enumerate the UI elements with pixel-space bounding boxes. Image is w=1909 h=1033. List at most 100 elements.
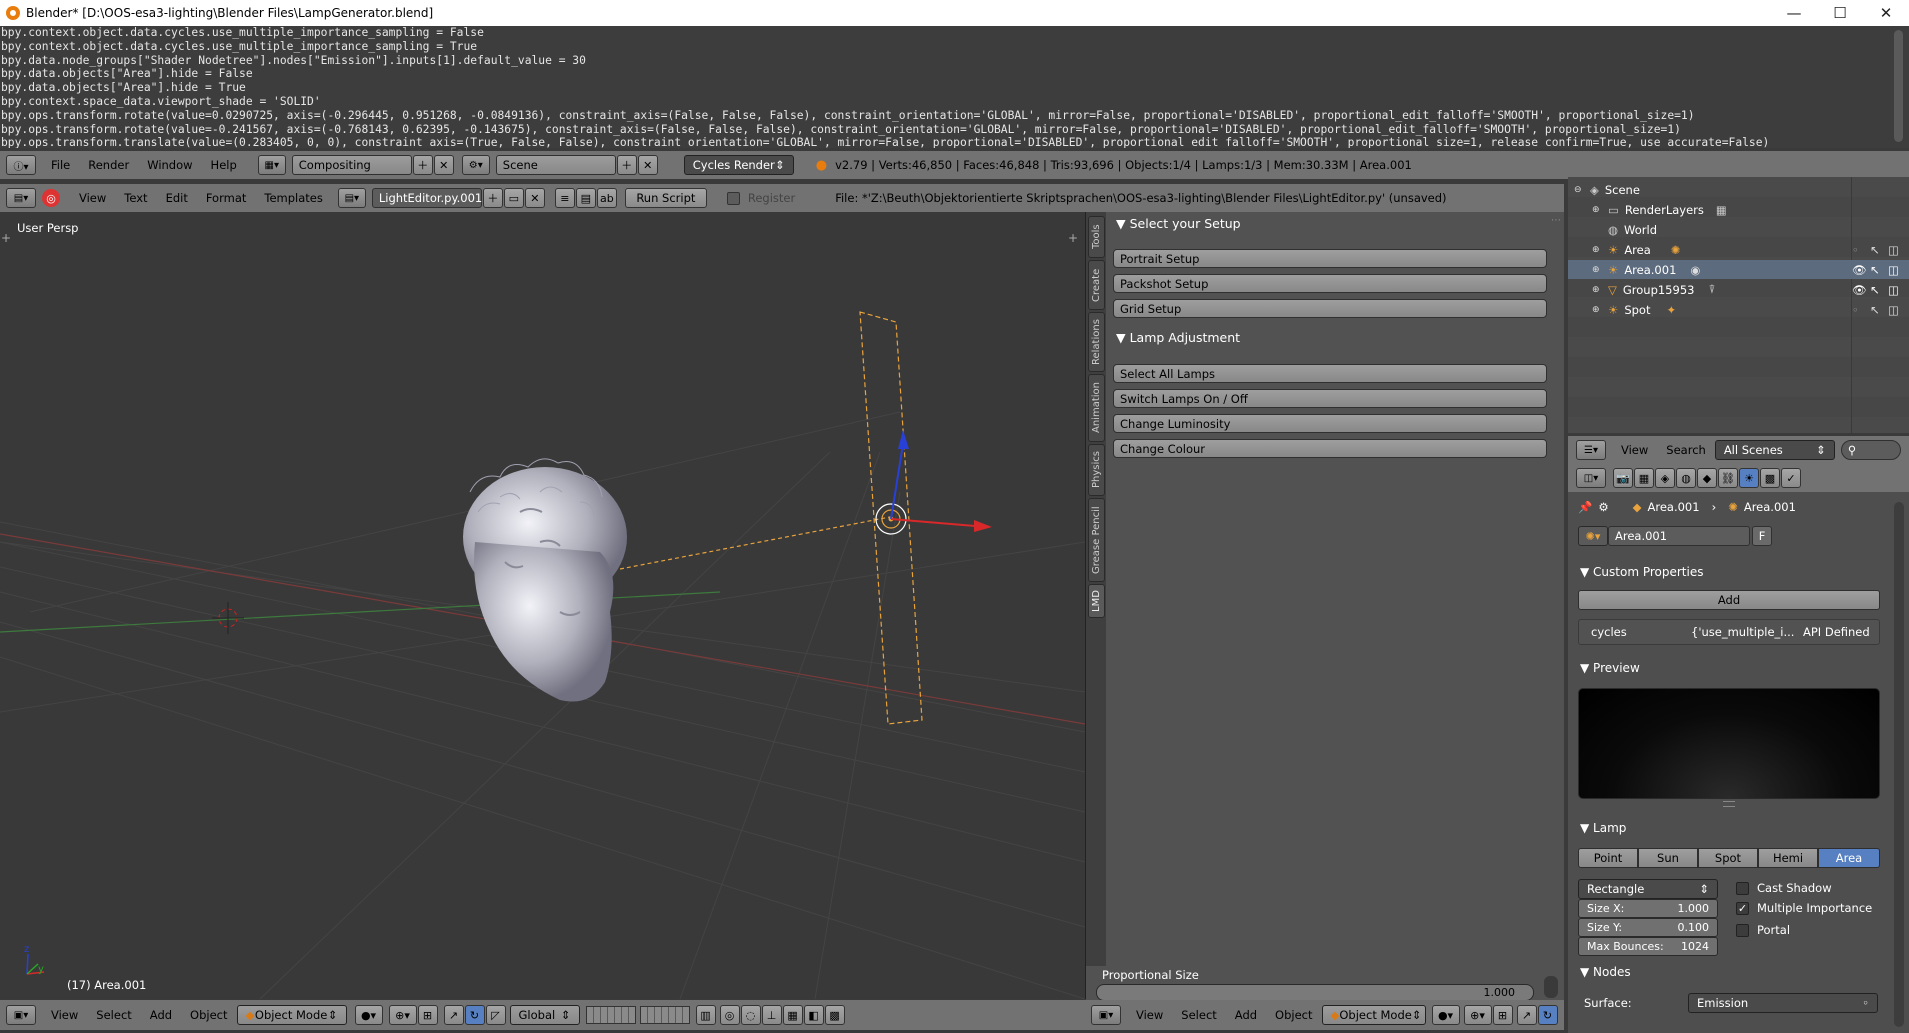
menu-view3d-select[interactable]: Select: [87, 1008, 140, 1022]
lamp-type-point[interactable]: Point: [1578, 848, 1638, 868]
panel-pivot-icon[interactable]: ⊕▾: [1463, 1005, 1492, 1025]
properties-scrollbar[interactable]: [1894, 502, 1904, 1027]
lamp-type-sun[interactable]: Sun: [1638, 848, 1698, 868]
layers-icon-2[interactable]: [639, 1006, 690, 1024]
select-icon[interactable]: ↖: [1870, 263, 1880, 277]
editor-type-properties-icon[interactable]: ◫▾: [1576, 468, 1606, 488]
menu-panel-view[interactable]: View: [1127, 1008, 1172, 1022]
layers-icon[interactable]: [585, 1006, 636, 1024]
menu-templates[interactable]: Templates: [255, 191, 331, 205]
outliner-search-input[interactable]: ⚲: [1840, 440, 1901, 460]
constraints-tab-icon[interactable]: ⛓: [1718, 468, 1738, 488]
render-preview-icon[interactable]: ◧: [803, 1005, 824, 1025]
lamp-header[interactable]: ▼ Lamp: [1568, 817, 1892, 839]
lamp-datablock-field[interactable]: Area.001: [1608, 526, 1750, 546]
pivot-point-icon[interactable]: ⊕▾: [388, 1005, 417, 1025]
render-icon[interactable]: ◫: [1888, 283, 1899, 297]
panel-translate-icon[interactable]: ↗: [1516, 1005, 1537, 1025]
lamp-type-hemi[interactable]: Hemi: [1758, 848, 1818, 868]
opengl-render-icon[interactable]: ▩: [824, 1005, 845, 1025]
tab-lmd[interactable]: LMD: [1088, 584, 1105, 618]
outliner-filter-dropdown[interactable]: All Scenes ⇕: [1714, 440, 1835, 460]
open-text-icon[interactable]: ▭: [503, 188, 524, 208]
panel-rotate-icon[interactable]: ↻: [1537, 1005, 1558, 1025]
object-tab-icon[interactable]: ◆: [1697, 468, 1717, 488]
editor-type-info-icon[interactable]: ⓘ▾: [6, 155, 36, 175]
text-name-field[interactable]: LightEditor.py.001: [371, 188, 482, 208]
physics-tab-icon[interactable]: ✓: [1781, 468, 1801, 488]
menu-view[interactable]: View: [70, 191, 115, 205]
texture-tab-icon[interactable]: ▩: [1760, 468, 1780, 488]
tab-tools[interactable]: Tools: [1088, 216, 1105, 258]
outliner-item-spot[interactable]: ⊕ ☀ Spot ✦ ◦ ↖ ◫: [1568, 300, 1909, 319]
menu-view3d-object[interactable]: Object: [181, 1008, 236, 1022]
outliner-menu-view[interactable]: View: [1612, 443, 1657, 457]
context-icon[interactable]: ⚙: [1598, 500, 1608, 514]
size-x-field[interactable]: Size X: 1.000: [1578, 899, 1718, 918]
size-y-field[interactable]: Size Y: 0.100: [1578, 918, 1718, 937]
viewport-plus-icon[interactable]: +: [1068, 231, 1078, 245]
surface-dropdown[interactable]: Emission ◦: [1688, 993, 1878, 1013]
tab-grease-pencil[interactable]: Grease Pencil: [1088, 498, 1105, 582]
menu-view3d-view[interactable]: View: [42, 1008, 87, 1022]
render-icon[interactable]: ◫: [1888, 243, 1899, 257]
renderlayer-data-icon[interactable]: ▦: [1716, 203, 1727, 217]
snap-element-icon[interactable]: ▦: [782, 1005, 803, 1025]
lamp-type-area[interactable]: Area: [1818, 848, 1880, 868]
render-tab-icon[interactable]: 📷: [1613, 468, 1633, 488]
tab-physics[interactable]: Physics: [1088, 444, 1105, 496]
select-icon[interactable]: ↖: [1870, 303, 1880, 317]
info-log-scrollbar[interactable]: [1888, 26, 1909, 148]
viewport-toolshelf-icon[interactable]: +: [1, 231, 11, 245]
cast-shadow-checkbox[interactable]: Cast Shadow: [1736, 881, 1832, 895]
outliner-item-area[interactable]: ⊕ ☀ Area ✺ ◦ ↖ ◫: [1568, 240, 1909, 259]
render-icon[interactable]: ◫: [1888, 303, 1899, 317]
record-icon[interactable]: ◎: [42, 189, 60, 207]
outliner-menu-search[interactable]: Search: [1657, 443, 1715, 457]
menu-window[interactable]: Window: [138, 158, 201, 172]
menu-format[interactable]: Format: [197, 191, 256, 205]
setup-section-title[interactable]: ▼ Select your Setup: [1116, 216, 1241, 231]
select-icon[interactable]: ↖: [1870, 243, 1880, 257]
preview-resize-handle-icon[interactable]: [1723, 801, 1735, 807]
render-engine-dropdown[interactable]: Cycles Render ⇕: [683, 155, 794, 175]
grid-setup-button[interactable]: Grid Setup: [1113, 299, 1547, 318]
lock-layer-icon[interactable]: ▥: [695, 1005, 716, 1025]
portrait-setup-button[interactable]: Portrait Setup: [1113, 249, 1547, 268]
object-mode-dropdown[interactable]: ◆ Object Mode ⇕: [236, 1005, 347, 1025]
tab-relations[interactable]: Relations: [1088, 312, 1105, 372]
run-script-button[interactable]: Run Script: [624, 188, 707, 208]
pin-icon[interactable]: 📌: [1578, 500, 1592, 514]
line-numbers-icon[interactable]: ≡: [554, 188, 575, 208]
spot-data-icon[interactable]: ✦: [1666, 303, 1676, 317]
screen-layout-icon[interactable]: ▦▾: [257, 155, 286, 175]
preview-header[interactable]: ▼ Preview: [1568, 657, 1892, 679]
register-checkbox[interactable]: [726, 191, 740, 205]
viewport-shading-icon[interactable]: ●▾: [354, 1005, 383, 1025]
custom-properties-header[interactable]: ▼ Custom Properties: [1568, 561, 1892, 583]
lamp-browse-icon[interactable]: ✺▾: [1578, 526, 1608, 546]
scene-icon[interactable]: ⚙▾: [461, 155, 490, 175]
proportional-edit-icon[interactable]: ◎: [719, 1005, 740, 1025]
menu-file[interactable]: File: [42, 158, 79, 172]
scale-icon[interactable]: ◸: [485, 1005, 506, 1025]
mesh-data-icon[interactable]: ⍒: [1708, 282, 1715, 297]
lamp-data-icon[interactable]: ✺: [1671, 243, 1681, 257]
layout-field[interactable]: Compositing: [291, 155, 412, 175]
panel-manipulator-icon[interactable]: ⊞: [1492, 1005, 1513, 1025]
select-all-lamps-button[interactable]: Select All Lamps: [1113, 364, 1547, 383]
world-tab-icon[interactable]: ◍: [1676, 468, 1696, 488]
syntax-highlight-icon[interactable]: ab: [596, 188, 617, 208]
max-bounces-field[interactable]: Max Bounces: 1024: [1578, 937, 1718, 956]
orientation-dropdown[interactable]: Global ⇕: [509, 1005, 580, 1025]
editor-type-outliner-icon[interactable]: ☰▾: [1576, 440, 1606, 460]
render-layers-tab-icon[interactable]: ▦: [1634, 468, 1654, 488]
select-icon[interactable]: ↖: [1870, 283, 1880, 297]
visibility-icon[interactable]: ◦: [1852, 243, 1859, 257]
visibility-icon[interactable]: ◦: [1852, 303, 1859, 317]
menu-render[interactable]: Render: [79, 158, 138, 172]
maximize-button[interactable]: ☐: [1817, 0, 1863, 26]
editor-type-3d-icon-2[interactable]: ▣▾: [1091, 1005, 1121, 1025]
menu-help[interactable]: Help: [202, 158, 246, 172]
scene-tab-icon[interactable]: ◈: [1655, 468, 1675, 488]
